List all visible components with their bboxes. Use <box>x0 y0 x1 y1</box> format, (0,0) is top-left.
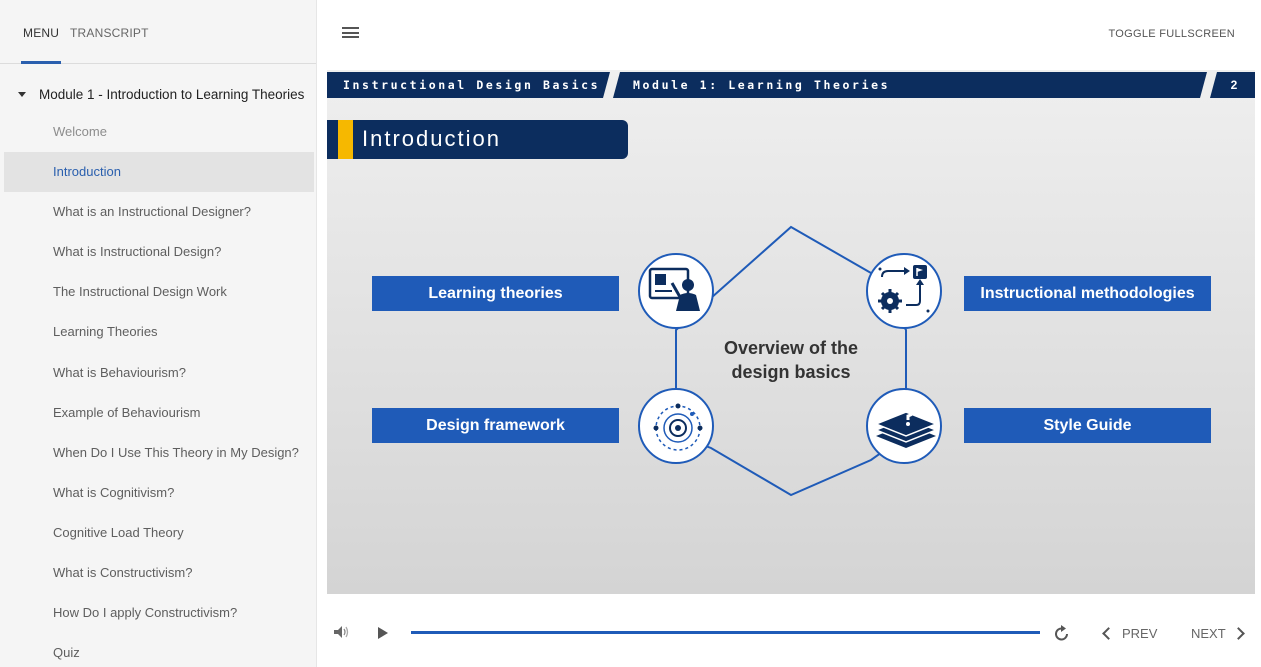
lesson-item-introduction[interactable]: Introduction <box>4 152 314 193</box>
lesson-list: Welcome Introduction What is an Instruct… <box>4 112 314 667</box>
lesson-item-instructional-design[interactable]: What is Instructional Design? <box>4 232 314 272</box>
replay-icon[interactable] <box>1054 624 1070 647</box>
center-text-line-2: design basics <box>731 362 851 382</box>
progress-bar[interactable] <box>411 631 1040 634</box>
hexagon-diagram <box>675 225 907 497</box>
tab-transcript[interactable]: TRANSCRIPT <box>70 26 149 40</box>
sidebar: MENU TRANSCRIPT Module 1 - Introduction … <box>0 0 317 667</box>
lesson-item-welcome[interactable]: Welcome <box>4 112 314 152</box>
caret-down-icon <box>18 91 26 97</box>
teacher-board-icon <box>648 267 700 311</box>
target-framework-icon <box>653 403 703 451</box>
lesson-item-when-use-theory[interactable]: When Do I Use This Theory in My Design? <box>4 433 314 473</box>
instructional-methodologies-node[interactable] <box>866 253 942 329</box>
workflow-gear-flag-icon <box>878 265 930 313</box>
active-tab-indicator <box>21 61 61 64</box>
next-label: NEXT <box>1191 626 1226 641</box>
lesson-item-instructional-designer[interactable]: What is an Instructional Designer? <box>4 192 314 232</box>
chevron-left-icon <box>1102 627 1115 640</box>
volume-icon[interactable] <box>333 625 351 644</box>
sidebar-tabs: MENU TRANSCRIPT <box>0 0 316 64</box>
lesson-item-design-work[interactable]: The Instructional Design Work <box>4 272 314 312</box>
style-guide-label[interactable]: Style Guide <box>964 408 1211 443</box>
lesson-item-cognitive-load[interactable]: Cognitive Load Theory <box>4 513 314 553</box>
lesson-item-behaviourism[interactable]: What is Behaviourism? <box>4 353 314 393</box>
lesson-item-cognitivism[interactable]: What is Cognitivism? <box>4 473 314 513</box>
style-guide-node[interactable] <box>866 388 942 464</box>
course-player: MENU TRANSCRIPT Module 1 - Introduction … <box>0 0 1261 667</box>
lesson-item-learning-theories[interactable]: Learning Theories <box>4 312 314 352</box>
learning-theories-node[interactable] <box>638 253 714 329</box>
question-books-icon <box>873 402 939 448</box>
lesson-item-behaviourism-example[interactable]: Example of Behaviourism <box>4 393 314 433</box>
slide: Instructional Design Basics Module 1: Le… <box>327 70 1255 594</box>
learning-theories-label[interactable]: Learning theories <box>372 276 619 311</box>
prev-button[interactable]: PREV <box>1101 626 1157 641</box>
lesson-item-constructivism[interactable]: What is Constructivism? <box>4 553 314 593</box>
design-framework-label[interactable]: Design framework <box>372 408 619 443</box>
design-framework-node[interactable] <box>638 388 714 464</box>
instructional-methodologies-label[interactable]: Instructional methodologies <box>964 276 1211 311</box>
play-icon[interactable] <box>377 626 389 645</box>
center-text-line-1: Overview of the <box>723 338 859 358</box>
module-title: Module 1 - Introduction to Learning Theo… <box>39 86 305 102</box>
tab-menu[interactable]: MENU <box>23 26 59 40</box>
module-header[interactable]: Module 1 - Introduction to Learning Theo… <box>14 84 304 104</box>
prev-label: PREV <box>1122 626 1158 641</box>
lesson-item-quiz[interactable]: Quiz <box>4 633 314 667</box>
hamburger-menu-icon[interactable] <box>342 27 359 38</box>
chevron-right-icon <box>1231 627 1245 640</box>
toggle-fullscreen-button[interactable]: TOGGLE FULLSCREEN <box>1108 28 1235 40</box>
next-button[interactable]: NEXT <box>1191 626 1245 641</box>
diagram-center-text: Overview of the design basics <box>671 336 911 384</box>
lesson-item-apply-constructivism[interactable]: How Do I apply Constructivism? <box>4 593 314 633</box>
